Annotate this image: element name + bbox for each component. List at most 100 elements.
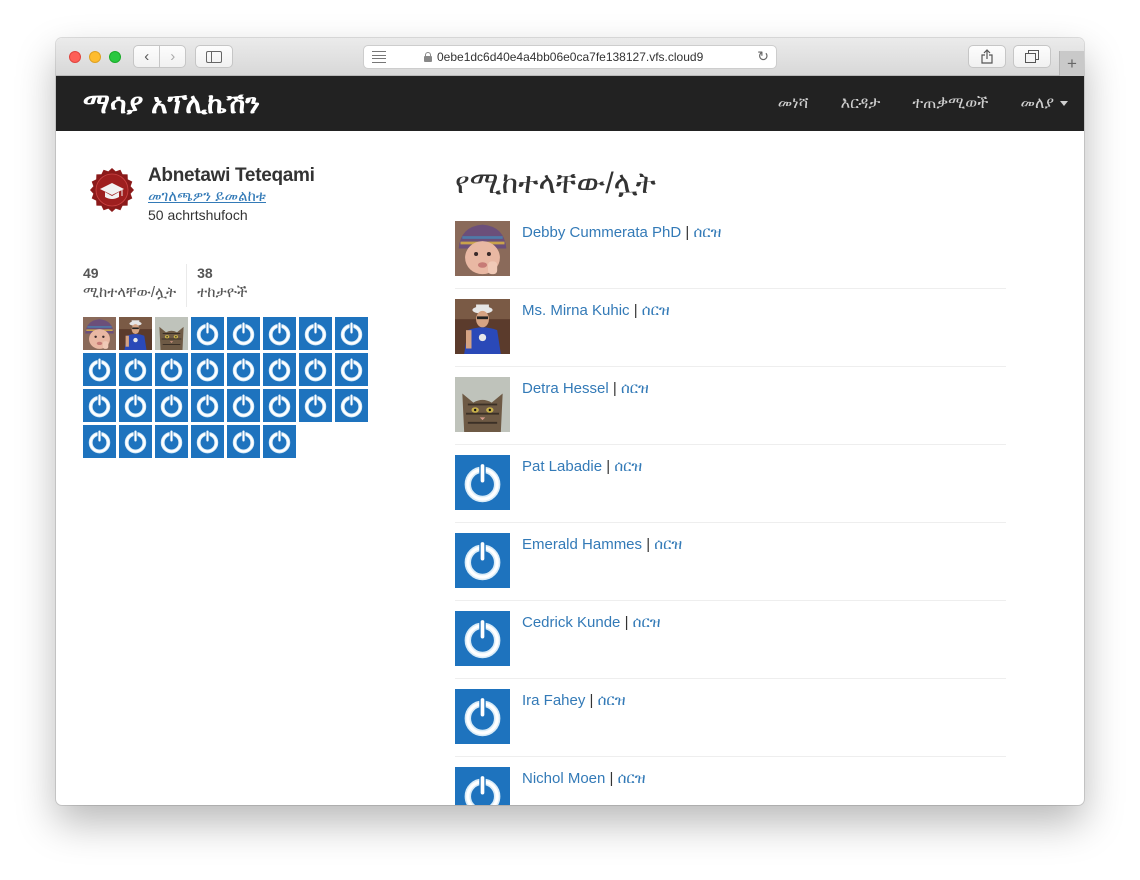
reload-icon[interactable]: ↻ xyxy=(757,48,769,65)
delete-user-link[interactable]: ሰርዝ xyxy=(633,614,661,631)
user-list-item: Nichol Moen | ሰርዝ xyxy=(455,757,1006,805)
following-avatar[interactable] xyxy=(299,353,332,386)
following-avatar[interactable] xyxy=(335,389,368,422)
gravatar-power-icon xyxy=(455,533,510,588)
following-avatar[interactable] xyxy=(119,353,152,386)
nav-links: መነሻ እርዳታ ተጠቃሚወች መለያ xyxy=(762,76,1084,131)
following-avatar[interactable] xyxy=(227,389,260,422)
user-avatar[interactable] xyxy=(455,689,510,744)
delete-user-link[interactable]: ሰርዝ xyxy=(621,380,649,397)
profile-badge-icon[interactable] xyxy=(89,167,135,213)
user-name-link[interactable]: Detra Hessel xyxy=(522,380,609,397)
following-avatar[interactable] xyxy=(83,353,116,386)
user-avatar[interactable] xyxy=(455,611,510,666)
followers-stat[interactable]: 38 ተከታዮች xyxy=(186,264,257,307)
user-name-link[interactable]: Ms. Mirna Kuhic xyxy=(522,302,630,319)
following-avatar[interactable] xyxy=(155,425,188,458)
following-avatar[interactable] xyxy=(335,353,368,386)
following-avatar[interactable] xyxy=(263,317,296,350)
gravatar-power-icon xyxy=(227,425,260,458)
delete-user-link[interactable]: ሰርዝ xyxy=(618,770,646,787)
account-dropdown[interactable]: መለያ xyxy=(1004,95,1084,113)
user-name-link[interactable]: Ira Fahey xyxy=(522,692,585,709)
gravatar-power-icon xyxy=(83,389,116,422)
forward-arrow-icon[interactable]: › xyxy=(159,46,185,67)
cat-photo xyxy=(155,317,188,350)
gravatar-power-icon xyxy=(263,317,296,350)
user-avatar[interactable] xyxy=(455,767,510,805)
gravatar-power-icon xyxy=(119,425,152,458)
following-avatar[interactable] xyxy=(155,353,188,386)
separator: | xyxy=(646,536,651,553)
followers-count: 38 xyxy=(197,265,213,281)
user-avatar[interactable] xyxy=(455,299,510,354)
following-avatar[interactable] xyxy=(119,317,152,350)
following-avatar[interactable] xyxy=(119,425,152,458)
user-line: Cedrick Kunde | ሰርዝ xyxy=(522,614,661,631)
delete-user-link[interactable]: ሰርዝ xyxy=(693,224,721,241)
following-avatar[interactable] xyxy=(191,317,224,350)
address-bar[interactable]: 0ebe1dc6d40e4a4bb06e0ca7fe138127.vfs.clo… xyxy=(363,45,777,69)
following-avatar[interactable] xyxy=(191,389,224,422)
delete-user-link[interactable]: ሰርዝ xyxy=(654,536,682,553)
tabs-overview-button[interactable] xyxy=(1013,45,1051,68)
nav-link-home[interactable]: መነሻ xyxy=(762,95,825,113)
user-name-link[interactable]: Pat Labadie xyxy=(522,458,602,475)
new-tab-button[interactable]: + xyxy=(1059,51,1084,76)
user-avatar[interactable] xyxy=(455,533,510,588)
following-stat[interactable]: 49 ሚከተላቸው/ሏት xyxy=(83,264,186,307)
url-text: 0ebe1dc6d40e4a4bb06e0ca7fe138127.vfs.clo… xyxy=(437,50,704,64)
lock-icon xyxy=(424,52,432,62)
following-avatar[interactable] xyxy=(83,389,116,422)
user-line: Ira Fahey | ሰርዝ xyxy=(522,692,626,709)
nav-link-users[interactable]: ተጠቃሚወች xyxy=(896,95,1004,113)
main-column: የሚከተላቸው/ሏት Debby Cummerata PhD | ሰርዝ Ms. … xyxy=(455,167,1006,805)
following-avatar[interactable] xyxy=(227,353,260,386)
separator: | xyxy=(624,614,629,631)
following-avatar[interactable] xyxy=(191,425,224,458)
nav-link-help[interactable]: እርዳታ xyxy=(825,95,897,113)
following-avatar[interactable] xyxy=(155,389,188,422)
user-name-link[interactable]: Debby Cummerata PhD xyxy=(522,224,681,241)
user-name-link[interactable]: Nichol Moen xyxy=(522,770,605,787)
delete-user-link[interactable]: ሰርዝ xyxy=(598,692,626,709)
sidebar-toggle-button[interactable] xyxy=(195,45,233,68)
user-avatar[interactable] xyxy=(455,221,510,276)
following-avatar[interactable] xyxy=(83,317,116,350)
minimize-window-button[interactable] xyxy=(89,51,101,63)
following-avatar[interactable] xyxy=(299,389,332,422)
following-avatar[interactable] xyxy=(227,317,260,350)
gravatar-power-icon xyxy=(335,389,368,422)
delete-user-link[interactable]: ሰርዝ xyxy=(614,458,642,475)
following-avatar[interactable] xyxy=(155,317,188,350)
zoom-window-button[interactable] xyxy=(109,51,121,63)
gravatar-power-icon xyxy=(227,317,260,350)
following-avatar[interactable] xyxy=(263,425,296,458)
delete-user-link[interactable]: ሰርዝ xyxy=(642,302,670,319)
following-avatar[interactable] xyxy=(119,389,152,422)
gravatar-power-icon xyxy=(119,353,152,386)
following-avatar[interactable] xyxy=(263,353,296,386)
following-avatar[interactable] xyxy=(83,425,116,458)
user-avatar[interactable] xyxy=(455,377,510,432)
gravatar-power-icon xyxy=(299,389,332,422)
following-avatar[interactable] xyxy=(227,425,260,458)
user-name-link[interactable]: Emerald Hammes xyxy=(522,536,642,553)
close-window-button[interactable] xyxy=(69,51,81,63)
baby-photo xyxy=(83,317,116,350)
following-avatar[interactable] xyxy=(299,317,332,350)
back-arrow-icon[interactable]: ‹ xyxy=(134,46,159,67)
user-name-link[interactable]: Cedrick Kunde xyxy=(522,614,620,631)
following-avatar[interactable] xyxy=(191,353,224,386)
following-avatar[interactable] xyxy=(263,389,296,422)
app-brand-logo[interactable]: ማሳያ አፕሊኬሽን xyxy=(83,88,260,121)
user-list: Debby Cummerata PhD | ሰርዝ Ms. Mirna Kuhic… xyxy=(455,211,1006,805)
view-profile-link[interactable]: መገለጫዎን ይመልከቱ xyxy=(148,188,266,205)
gravatar-power-icon xyxy=(227,353,260,386)
user-line: Ms. Mirna Kuhic | ሰርዝ xyxy=(522,302,670,319)
reader-menu-icon[interactable] xyxy=(372,51,386,63)
separator: | xyxy=(612,380,617,397)
share-button[interactable] xyxy=(968,45,1006,68)
user-avatar[interactable] xyxy=(455,455,510,510)
following-avatar[interactable] xyxy=(335,317,368,350)
